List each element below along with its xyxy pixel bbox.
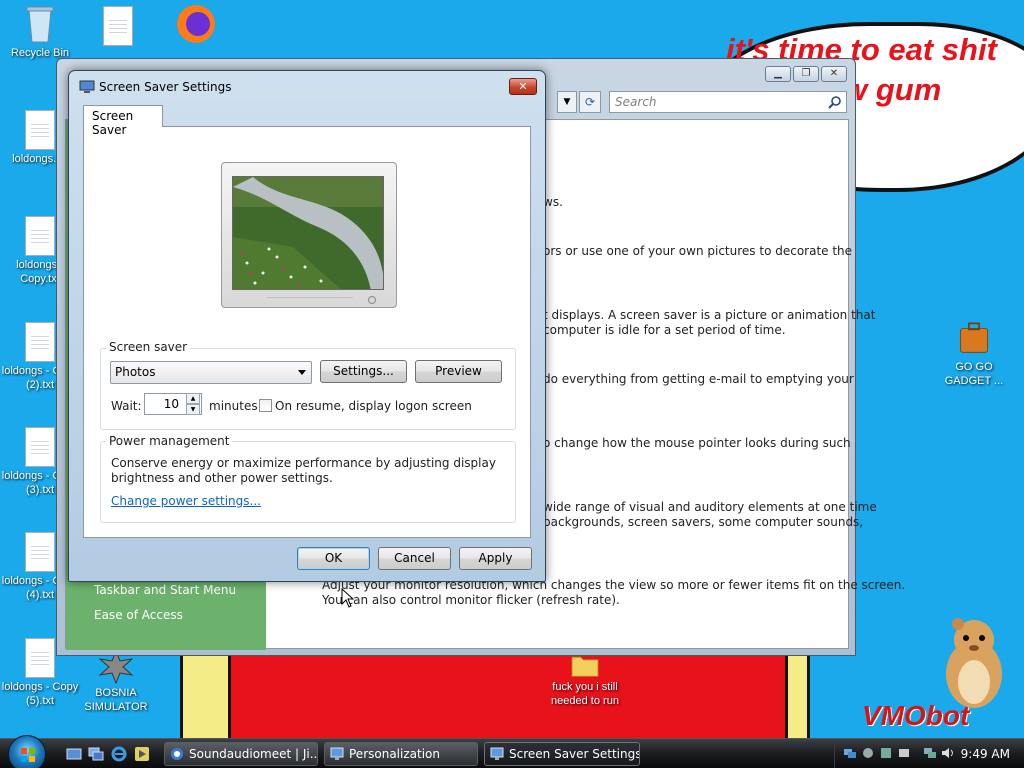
search-input[interactable]: Search: [609, 91, 847, 113]
text-file-icon: [25, 110, 55, 150]
desktop-icon-label: fuck you i still needed to run: [551, 681, 619, 707]
text-file-icon: [25, 638, 55, 678]
switch-windows-icon[interactable]: [88, 746, 104, 762]
content-text: t displays. A screen saver is a picture …: [543, 308, 876, 322]
start-button[interactable]: [8, 735, 46, 768]
minimize-button[interactable]: ▁: [765, 66, 791, 82]
screen-saver-select[interactable]: Photos: [110, 361, 312, 384]
recycle-bin-icon[interactable]: Recycle Bin: [0, 2, 80, 60]
change-power-settings-link[interactable]: Change power settings...: [111, 494, 261, 508]
taskbar-button-label: Screen Saver Settings: [509, 747, 640, 761]
content-text: ors or use one of your own pictures to d…: [543, 244, 853, 258]
briefcase-icon: [959, 322, 989, 353]
power-description: Conserve energy or maximize performance …: [111, 456, 496, 470]
chevron-up-icon[interactable]: ▲: [186, 393, 200, 404]
network-connection-icon[interactable]: [923, 746, 937, 760]
monitor-icon: [330, 747, 344, 760]
network-icon[interactable]: [843, 746, 857, 760]
wait-minutes-stepper[interactable]: ▲ ▼: [186, 393, 200, 415]
desktop-shortcut-firefox[interactable]: [156, 2, 236, 48]
power-management-group-label: Power management: [106, 434, 233, 448]
hamster-image: [946, 618, 1002, 708]
text-file-icon: [25, 427, 55, 467]
desktop-icon-label: BOSNIA SIMULATOR: [84, 687, 148, 713]
mouse-cursor-icon: [341, 588, 355, 608]
close-button[interactable]: ✕: [509, 78, 537, 95]
firefox-icon: [177, 5, 215, 43]
chevron-down-icon: [298, 370, 306, 375]
cancel-button[interactable]: Cancel: [378, 547, 451, 570]
sidebar-link-taskbar[interactable]: Taskbar and Start Menu: [94, 583, 236, 597]
preview-monitor: [221, 162, 397, 308]
monitor-power-button: [368, 296, 376, 304]
taskbar-button-label: Soundaudiomeet | Ji...: [189, 747, 318, 761]
taskbar-button-label: Personalization: [349, 747, 440, 761]
content-text: computer is idle for a set period of tim…: [543, 323, 786, 337]
landscape-preview-image: [233, 177, 383, 289]
monitor-icon: [490, 747, 504, 760]
desktop-folder-needed-to-run[interactable]: fuck you i still needed to run: [540, 652, 630, 708]
windows-logo-icon: [21, 748, 35, 762]
system-tray: 9:49 AM: [834, 739, 1024, 768]
tab-screen-saver[interactable]: Screen Saver: [83, 105, 163, 137]
content-text: backgrounds, screen savers, some compute…: [543, 515, 864, 529]
taskbar-button-browser[interactable]: Soundaudiomeet | Ji...: [164, 742, 318, 766]
screen-saver-selected: Photos: [115, 365, 156, 379]
trash-icon: [26, 6, 54, 43]
ok-button[interactable]: OK: [297, 547, 370, 570]
chrome-icon: [171, 748, 183, 760]
taskbar-button-personalization[interactable]: Personalization: [324, 742, 478, 766]
power-description: brightness and other power settings.: [111, 471, 333, 485]
content-text: wide range of visual and auditory elemen…: [543, 500, 877, 514]
text-file-icon: [25, 216, 55, 256]
tray-app-icon[interactable]: [897, 746, 911, 760]
tray-app-icon[interactable]: [861, 746, 875, 760]
preview-button[interactable]: Preview: [415, 360, 502, 383]
resume-logon-label[interactable]: On resume, display logon screen: [275, 399, 472, 414]
taskbar: Soundaudiomeet | Ji... Personalization S…: [0, 735, 1024, 768]
chevron-down-icon[interactable]: ▼: [186, 404, 200, 415]
monitor-vent: [267, 297, 353, 303]
refresh-icon[interactable]: ⟳: [579, 91, 601, 113]
tray-app-icon[interactable]: [879, 746, 893, 760]
content-text: o change how the mouse pointer looks dur…: [543, 436, 851, 450]
text-file-icon: [25, 322, 55, 362]
media-player-icon[interactable]: [134, 746, 150, 762]
desktop-shortcut-go-go-gadget[interactable]: GO GO GADGET ...: [934, 316, 1014, 388]
taskbar-clock[interactable]: 9:49 AM: [961, 747, 1010, 761]
show-desktop-icon[interactable]: [66, 746, 82, 762]
screen-saver-group-label: Screen saver: [106, 340, 191, 354]
text-file-icon: [103, 6, 133, 46]
search-placeholder: Search: [615, 95, 657, 109]
address-dropdown-icon[interactable]: ▼: [557, 91, 577, 113]
content-text: do everything from getting e-mail to emp…: [543, 372, 854, 386]
volume-icon[interactable]: [941, 746, 955, 760]
settings-button[interactable]: Settings...: [320, 360, 407, 383]
desktop-icon-label: GO GO GADGET ...: [944, 361, 1004, 387]
internet-explorer-icon[interactable]: [111, 746, 127, 762]
sidebar-link-ease-of-access[interactable]: Ease of Access: [94, 608, 183, 622]
desktop-icon-label: loldongs - Copy (5).txt: [1, 681, 79, 707]
address-nav: ▼ ⟳ Search: [557, 91, 847, 113]
text-file-icon: [25, 532, 55, 572]
window-controls: ▁ ❐ ✕: [765, 66, 847, 82]
dialog-title: Screen Saver Settings: [99, 80, 232, 94]
apply-button[interactable]: Apply: [459, 547, 532, 570]
preview-screen: [232, 176, 384, 290]
display-settings-text: You can also control monitor flicker (re…: [322, 593, 620, 607]
wait-label: Wait:: [111, 399, 142, 413]
desktop-file-top[interactable]: [78, 6, 158, 48]
monitor-icon: [79, 80, 95, 93]
close-button[interactable]: ✕: [821, 66, 847, 82]
search-icon[interactable]: [828, 95, 842, 109]
screen-saver-dialog: Screen Saver Settings ✕ Screen Saver Scr…: [68, 70, 546, 582]
resume-logon-checkbox[interactable]: [259, 399, 272, 412]
screen-saver-tab-panel: Screen saver Photos Settings... Preview …: [83, 126, 531, 538]
taskbar-button-screen-saver-settings[interactable]: Screen Saver Settings: [484, 742, 640, 766]
desktop-shortcut-bosnia-simulator[interactable]: BOSNIA SIMULATOR: [76, 650, 156, 714]
minutes-label: minutes: [209, 399, 258, 413]
restore-button[interactable]: ❐: [793, 66, 819, 82]
